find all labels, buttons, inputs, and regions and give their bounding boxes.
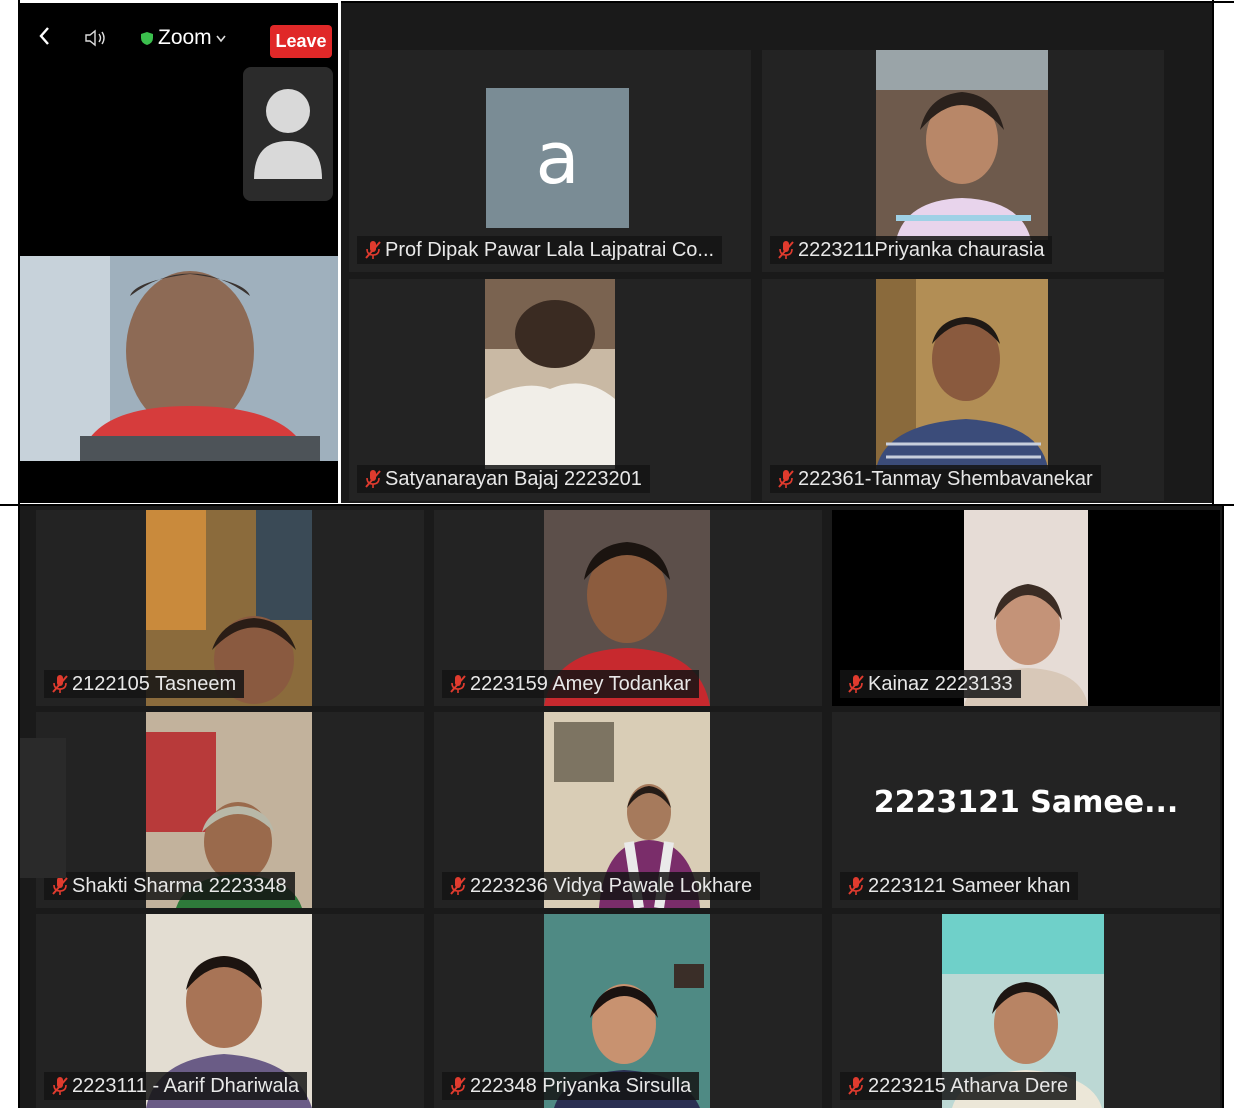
frame-border-right [1212,0,1214,506]
participant-tile[interactable]: Shakti Sharma 2223348 [36,712,424,908]
participant-video [485,279,615,469]
participant-name-label: Prof Dipak Pawar Lala Lajpatrai Co... [357,236,723,264]
participant-tile[interactable]: 2122105 Tasneem [36,510,424,706]
participant-tile[interactable]: 222361-Tanmay Shembavanekar [762,279,1164,501]
mic-muted-icon [848,1077,864,1095]
participant-name: 2223236 Vidya Pawale Lokhare [470,875,753,897]
participant-name: 2223111 - Aarif Dhariwala [72,1075,300,1097]
participant-tile[interactable]: 2223215 Atharva Dere [832,914,1220,1108]
mic-muted-icon [450,877,466,895]
participant-tile[interactable]: 2223211Priyanka chaurasia [762,50,1164,272]
participant-tile[interactable]: Kainaz 2223133 [832,510,1220,706]
meeting-title[interactable]: Zoom [158,26,212,50]
participant-name-label: 222348 Priyanka Sirsulla [442,1072,700,1100]
participant-tile[interactable]: 2223236 Vidya Pawale Lokhare [434,712,822,908]
chevron-down-icon[interactable] [216,35,226,43]
mic-muted-icon [450,675,466,693]
mic-muted-icon [778,470,794,488]
participant-name: 2223121 Sameer khan [868,875,1071,897]
participant-name: 222361-Tanmay Shembavanekar [798,468,1093,490]
participant-tile[interactable]: 2223121 Samee... 2223121 Sameer khan [832,712,1220,908]
participant-name: Prof Dipak Pawar Lala Lajpatrai Co... [385,239,715,261]
participant-name: 2122105 Tasneem [72,673,237,695]
participant-tile[interactable]: 2223159 Amey Todankar [434,510,822,706]
gallery-bottom-section: 2122105 Tasneem 2223159 Amey Todankar Ka… [20,506,1222,1108]
frame-border-right-bottom [1222,506,1224,1108]
participant-tile[interactable]: Satyanarayan Bajaj 2223201 [349,279,751,501]
participant-name-label: 2122105 Tasneem [44,670,245,698]
participant-avatar: a [486,88,629,228]
participant-name: 2223211Priyanka chaurasia [798,239,1045,261]
participant-video [876,50,1048,240]
active-speaker-video [20,256,338,461]
mic-muted-icon [365,470,381,488]
leave-button[interactable]: Leave [270,25,332,58]
participant-name-label: 222361-Tanmay Shembavanekar [770,465,1101,493]
participant-name-label: 2223236 Vidya Pawale Lokhare [442,872,761,900]
participant-tile[interactable]: a Prof Dipak Pawar Lala Lajpatrai Co... [349,50,751,272]
participant-name-label: Satyanarayan Bajaj 2223201 [357,465,650,493]
gallery-top-section: a Prof Dipak Pawar Lala Lajpatrai Co... … [341,3,1212,503]
participant-tile[interactable]: 222348 Priyanka Sirsulla [434,914,822,1108]
meeting-top-bar: Zoom Leave [20,3,338,65]
participant-name-label: 2223211Priyanka chaurasia [770,236,1053,264]
participant-name: Satyanarayan Bajaj 2223201 [385,468,642,490]
participant-name: Shakti Sharma 2223348 [72,875,287,897]
mic-muted-icon [52,1077,68,1095]
participant-name-label: 2223121 Sameer khan [840,872,1079,900]
mic-muted-icon [848,675,864,693]
shield-icon [141,32,153,45]
participant-video [876,279,1048,469]
participant-name: Kainaz 2223133 [868,673,1013,695]
mic-muted-icon [450,1077,466,1095]
participant-name-label: 2223215 Atharva Dere [840,1072,1077,1100]
self-view-tile[interactable] [243,67,333,201]
mic-muted-icon [52,675,68,693]
gallery-scroll-handle[interactable] [20,738,66,878]
participant-name: 2223215 Atharva Dere [868,1075,1069,1097]
back-icon[interactable] [38,27,52,45]
mobile-meeting-panel: Zoom Leave [20,3,338,503]
avatar-icon [254,89,322,179]
participant-name-display: 2223121 Samee... [873,784,1179,820]
participant-name: 222348 Priyanka Sirsulla [470,1075,692,1097]
participant-name-label: 2223159 Amey Todankar [442,670,699,698]
mic-muted-icon [848,877,864,895]
participant-name-label: 2223111 - Aarif Dhariwala [44,1072,308,1100]
participant-name-label: Shakti Sharma 2223348 [44,872,295,900]
participant-name-label: Kainaz 2223133 [840,670,1021,698]
participant-tile[interactable]: 2223111 - Aarif Dhariwala [36,914,424,1108]
mic-muted-icon [52,877,68,895]
speaker-icon[interactable] [84,29,108,47]
mic-muted-icon [365,241,381,259]
mic-muted-icon [778,241,794,259]
participant-name: 2223159 Amey Todankar [470,673,691,695]
